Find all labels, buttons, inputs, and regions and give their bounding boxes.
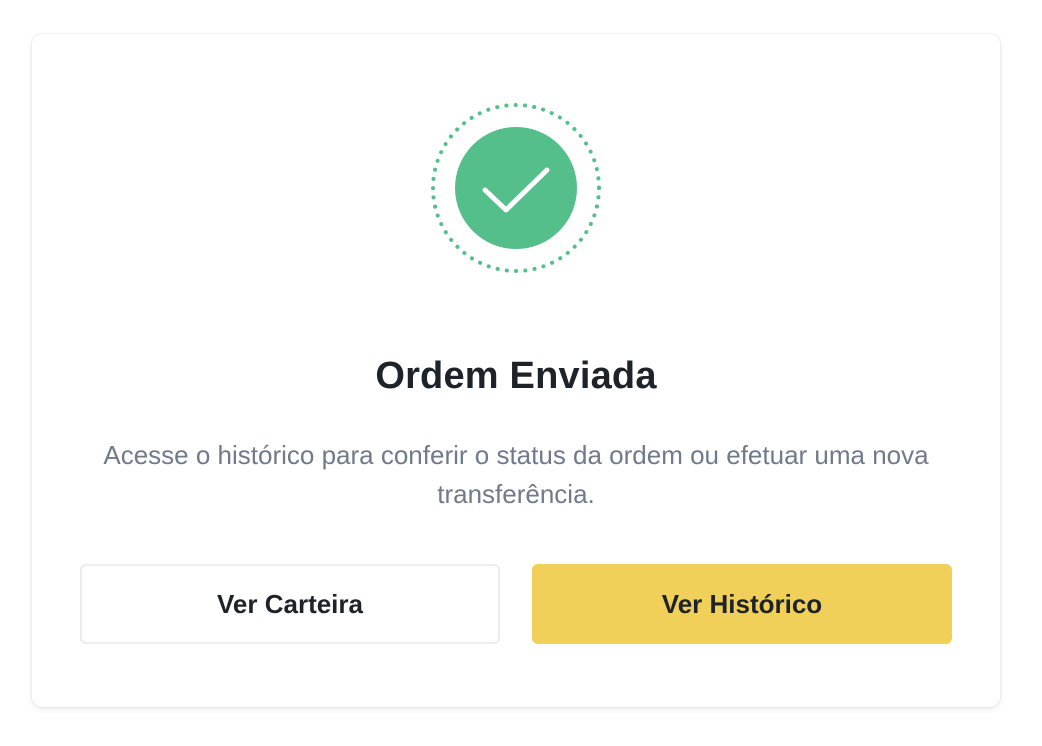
dialog-description: Acesse o histórico para conferir o statu… <box>103 440 929 509</box>
view-history-button[interactable]: Ver Histórico <box>532 564 952 644</box>
check-circle-icon <box>430 102 602 274</box>
view-wallet-button[interactable]: Ver Carteira <box>80 564 500 644</box>
dialog-title: Ordem Enviada <box>375 355 657 397</box>
order-confirmation-card: Ordem Enviada Acesse o histórico para co… <box>32 34 1000 707</box>
